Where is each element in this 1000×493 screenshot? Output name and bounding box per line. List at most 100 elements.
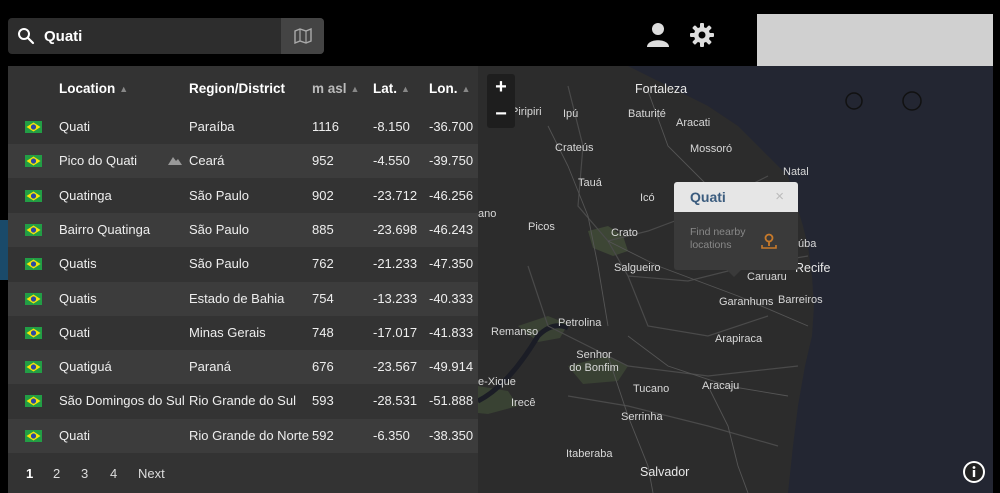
zoom-out-button[interactable]: −	[487, 101, 515, 128]
column-header-masl[interactable]: m asl ▲	[312, 81, 359, 96]
table-row[interactable]: Quati Paraíba 1116 -8.150 -36.700	[8, 110, 478, 144]
region-name: Ceará	[189, 153, 225, 169]
page-link-4[interactable]: 4	[110, 466, 117, 481]
region-name: Paraíba	[189, 119, 235, 134]
map-city-label: Aracati	[676, 117, 711, 129]
location-name: Quati	[59, 324, 91, 340]
map-city-label: Fortaleza	[635, 82, 688, 96]
region-name: São Paulo	[189, 256, 249, 272]
elevation-value: 885	[312, 221, 334, 237]
location-name: São Domingos do Sul	[59, 393, 185, 409]
map-city-label: Recife	[795, 261, 831, 275]
gear-icon[interactable]	[689, 22, 715, 48]
side-panel	[757, 14, 993, 66]
location-name: Quatinga	[59, 187, 112, 203]
popup-header: Quati ×	[674, 182, 798, 212]
map-city-label: Piripiri	[511, 106, 542, 118]
sort-arrow-icon: ▲	[461, 84, 471, 94]
latitude-value: -17.017	[373, 324, 418, 340]
page-link-2[interactable]: 2	[53, 466, 60, 481]
popup-pointer	[727, 270, 741, 277]
elevation-value: 593	[312, 393, 334, 409]
brazil-flag-icon	[25, 361, 42, 374]
sort-arrow-icon: ▲	[119, 84, 129, 94]
table-row[interactable]: Pico do Quati Ceará 952 -4.550 -39.750	[8, 144, 478, 179]
table-row[interactable]: Quati Rio Grande do Norte 592 -6.350 -38.350	[8, 418, 478, 453]
search-icon[interactable]	[8, 18, 44, 54]
map-city-label: Irecê	[511, 397, 536, 409]
brazil-flag-icon	[25, 155, 42, 168]
column-header-lat[interactable]: Lat. ▲	[373, 81, 410, 96]
region-name: São Paulo	[189, 187, 249, 203]
header-label: Lat.	[373, 81, 398, 96]
map-city-label: Baturité	[628, 108, 666, 120]
location-pin-icon[interactable]	[760, 232, 778, 250]
longitude-value: -36.700	[429, 119, 474, 134]
map-city-label: Petrolina	[558, 317, 602, 329]
longitude-value: -49.914	[429, 359, 474, 375]
column-header-region[interactable]: Region/District	[189, 81, 285, 96]
longitude-value: -41.833	[429, 324, 474, 340]
table-row[interactable]: Quati Minas Gerais 748 -17.017 -41.833	[8, 316, 478, 350]
map-city-label: Icó	[640, 192, 655, 204]
table-row[interactable]: Quatinga São Paulo 902 -23.712 -46.256	[8, 179, 478, 213]
map-city-label: Senhor do Bonfim	[569, 349, 619, 374]
latitude-value: -8.150	[373, 119, 410, 134]
longitude-value: -51.888	[429, 393, 474, 409]
location-name: Bairro Quatinga	[59, 221, 151, 237]
region-name: Estado de Bahia	[189, 290, 285, 306]
next-page-link[interactable]: Next	[138, 466, 165, 481]
location-name: Quatis	[59, 290, 97, 306]
elevation-value: 748	[312, 324, 334, 340]
map-city-label: Natal	[783, 166, 809, 178]
longitude-value: -38.350	[429, 427, 474, 443]
location-name: Quati	[59, 427, 91, 443]
location-name: Quati	[59, 119, 91, 134]
map-city-label: Arapiraca	[715, 333, 763, 345]
table-row[interactable]: Quatis São Paulo 762 -21.233 -47.350	[8, 247, 478, 281]
user-icon[interactable]	[646, 22, 670, 48]
latitude-value: -23.712	[373, 187, 418, 203]
close-icon[interactable]: ×	[775, 188, 784, 205]
map-icon[interactable]	[281, 18, 324, 54]
page-link-3[interactable]: 3	[81, 466, 88, 481]
longitude-value: -40.333	[429, 290, 474, 306]
elevation-value: 754	[312, 290, 334, 306]
map-city-label: Serrinha	[621, 411, 663, 423]
elevation-value: 902	[312, 187, 334, 203]
column-header-location[interactable]: Location ▲	[59, 81, 128, 96]
pagination: 1 2 3 4 Next	[8, 456, 478, 493]
table-row[interactable]: São Domingos do Sul Rio Grande do Sul 593 -…	[8, 384, 478, 418]
sort-arrow-icon: ▲	[350, 84, 360, 94]
map-city-label: Salgueiro	[614, 262, 661, 274]
location-name: Quatiguá	[59, 359, 112, 375]
popup-body: Find nearby locations	[674, 212, 798, 270]
longitude-value: -47.350	[429, 256, 474, 272]
map-city-label: Salvador	[640, 465, 690, 479]
search-box	[8, 18, 324, 54]
map-city-label: e-Xique	[478, 376, 516, 388]
header-label: Lon.	[429, 81, 458, 96]
region-name: São Paulo	[189, 221, 249, 237]
brazil-flag-icon	[25, 189, 42, 202]
background-strip	[0, 220, 8, 280]
page-link-1[interactable]: 1	[26, 466, 33, 481]
brazil-flag-icon	[25, 429, 42, 442]
table-row[interactable]: Quatis Estado de Bahia 754 -13.233 -40.333	[8, 281, 478, 316]
table-row[interactable]: Quatiguá Paraná 676 -23.567 -49.914	[8, 350, 478, 385]
latitude-value: -4.550	[373, 153, 410, 169]
info-icon[interactable]	[963, 461, 985, 483]
popup-title: Quati	[690, 189, 726, 205]
elevation-value: 762	[312, 256, 334, 272]
zoom-in-button[interactable]: +	[487, 74, 515, 101]
map-city-label: Crateús	[555, 142, 594, 154]
latitude-value: -28.531	[373, 393, 418, 409]
search-input[interactable]	[44, 18, 280, 54]
map-city-label: Mossoró	[690, 143, 733, 155]
longitude-value: -46.243	[429, 221, 474, 237]
find-nearby-link[interactable]: Find nearby locations	[690, 226, 756, 252]
table-row[interactable]: Bairro Quatinga São Paulo 885 -23.698 -46.24…	[8, 212, 478, 247]
header-label: m asl	[312, 81, 347, 96]
top-bar	[0, 0, 1000, 66]
column-header-lon[interactable]: Lon. ▲	[429, 81, 470, 96]
